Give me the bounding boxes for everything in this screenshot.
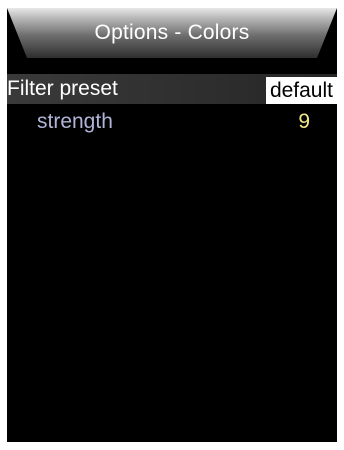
menu-item-strength[interactable]: strength 9	[7, 107, 337, 137]
page-title: Options - Colors	[94, 21, 250, 44]
menu-item-filter-preset[interactable]: Filter preset default	[7, 74, 337, 104]
menu-item-value-selected: default	[265, 77, 337, 104]
options-menu: Filter preset default strength 9	[7, 74, 337, 137]
title-bar: Options - Colors	[7, 8, 337, 58]
menu-item-label: strength	[37, 110, 113, 133]
menu-item-value: 9	[298, 110, 310, 133]
options-screen: Options - Colors Filter preset default s…	[7, 8, 337, 442]
menu-item-label: Filter preset	[7, 77, 118, 100]
